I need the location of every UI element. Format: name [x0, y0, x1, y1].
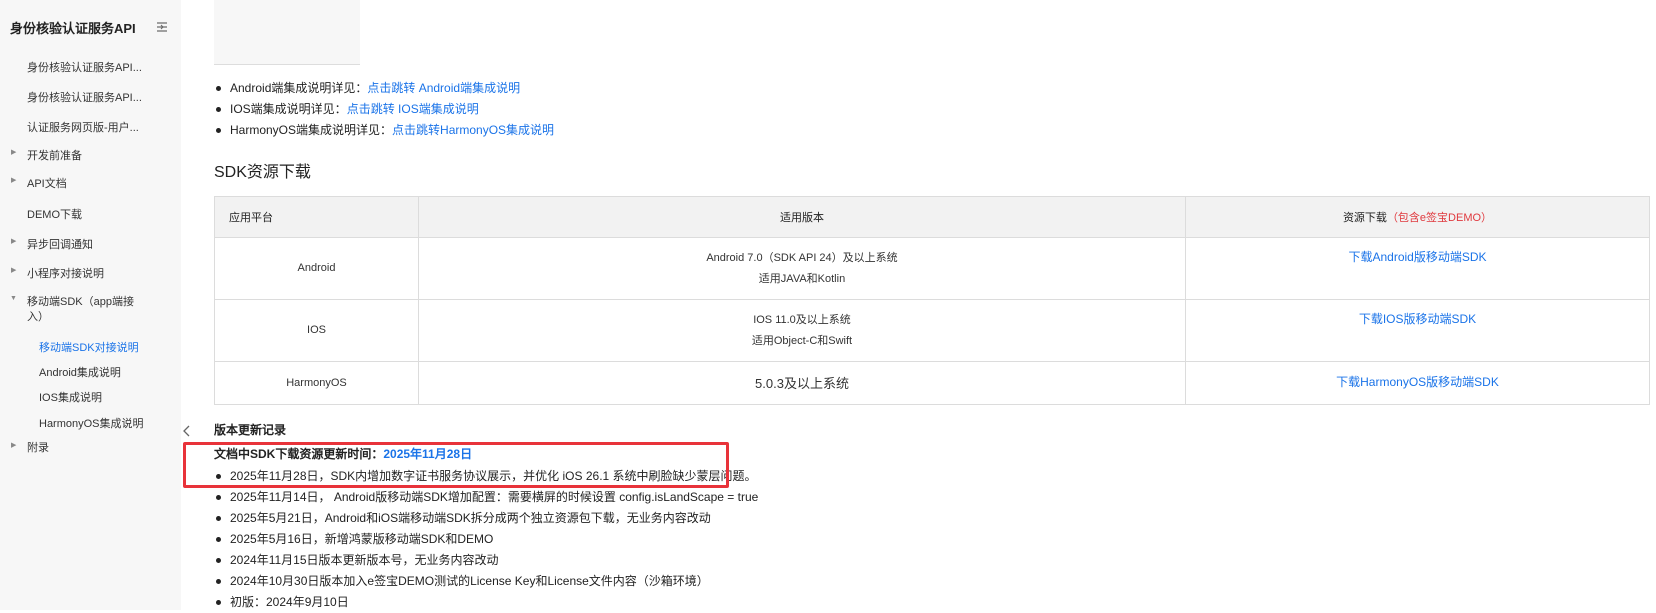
- content-image: [214, 0, 360, 65]
- sidebar-item-mobile-sdk[interactable]: 移动端SDK（app端接: [27, 293, 134, 309]
- table-row: Android Android 7.0（SDK API 24）及以上系统 适用JA…: [214, 237, 1650, 300]
- sidebar-item-demo[interactable]: DEMO下载: [27, 206, 82, 222]
- cell-platform: HarmonyOS: [214, 361, 419, 405]
- sdk-section-title: SDK资源下载: [214, 164, 311, 181]
- cell-version: Android 7.0（SDK API 24）及以上系统 适用JAVA和Kotli…: [418, 237, 1186, 300]
- cell-version: IOS 11.0及以上系统 适用Object-C和Swift: [418, 299, 1186, 362]
- download-android-link[interactable]: 下载Android版移动端SDK: [1348, 250, 1486, 264]
- cell-version: 5.0.3及以上系统: [418, 361, 1186, 405]
- expand-arrow-icon[interactable]: ▶: [11, 176, 16, 184]
- header-platform: 应用平台: [214, 196, 419, 238]
- sidebar-item-android[interactable]: Android集成说明: [39, 364, 121, 380]
- table-header: 应用平台 适用版本 资源下载（包含e签宝DEMO）: [214, 196, 1650, 238]
- android-guide-link[interactable]: 点击跳转 Android端集成说明: [367, 81, 520, 95]
- cell-download: 下载IOS版移动端SDK: [1185, 299, 1650, 362]
- sidebar-item-api-2[interactable]: 身份核验认证服务API...: [27, 89, 142, 105]
- sidebar-title: 身份核验认证服务API: [10, 21, 136, 36]
- list-item: 2025年5月21日，Android和iOS端移动端SDK拆分成两个独立资源包下…: [214, 508, 758, 529]
- header-download: 资源下载（包含e签宝DEMO）: [1185, 196, 1650, 238]
- list-item: 2024年11月15日版本更新版本号，无业务内容改动: [214, 550, 758, 571]
- sidebar: 身份核验认证服务API 身份核验认证服务API... 身份核验认证服务API..…: [0, 0, 181, 610]
- collapse-arrow-icon[interactable]: ▼: [10, 295, 17, 302]
- expand-arrow-icon[interactable]: ▶: [11, 441, 16, 449]
- download-ios-link[interactable]: 下载IOS版移动端SDK: [1359, 312, 1476, 326]
- sidebar-item-ios[interactable]: IOS集成说明: [39, 389, 102, 405]
- changelog-list: 2025年11月28日，SDK内增加数字证书服务协议展示，并优化 iOS 26.…: [214, 466, 758, 613]
- expand-arrow-icon[interactable]: ▶: [11, 148, 16, 156]
- list-item: 2025年5月16日，新增鸿蒙版移动端SDK和DEMO: [214, 529, 758, 550]
- cell-download: 下载HarmonyOS版移动端SDK: [1185, 361, 1650, 405]
- cell-download: 下载Android版移动端SDK: [1185, 237, 1650, 300]
- sdk-table: 应用平台 适用版本 资源下载（包含e签宝DEMO） Android Androi…: [214, 196, 1650, 405]
- sidebar-item-miniprogram[interactable]: 小程序对接说明: [27, 265, 104, 281]
- list-item: Android端集成说明详见：点击跳转 Android端集成说明: [214, 78, 554, 99]
- sidebar-item-mobile-sdk-cont[interactable]: 入）: [27, 308, 49, 324]
- sidebar-item-callback[interactable]: 异步回调通知: [27, 236, 93, 252]
- download-harmony-link[interactable]: 下载HarmonyOS版移动端SDK: [1336, 375, 1499, 389]
- header-version: 适用版本: [418, 196, 1186, 238]
- ios-guide-link[interactable]: 点击跳转 IOS端集成说明: [347, 102, 479, 116]
- highlight-box: [183, 442, 729, 488]
- cell-platform: Android: [214, 237, 419, 300]
- sidebar-item-appendix[interactable]: 附录: [27, 439, 49, 455]
- list-item: 2024年10月30日版本加入e签宝DEMO测试的License Key和Lic…: [214, 571, 758, 592]
- sidebar-item-api-doc[interactable]: API文档: [27, 175, 67, 191]
- sidebar-item-api-1[interactable]: 身份核验认证服务API...: [27, 59, 142, 75]
- table-row: HarmonyOS 5.0.3及以上系统 下载HarmonyOS版移动端SDK: [214, 361, 1650, 405]
- list-item: HarmonyOS端集成说明详见：点击跳转HarmonyOS集成说明: [214, 120, 554, 141]
- cell-platform: IOS: [214, 299, 419, 362]
- sidebar-toggle-icon[interactable]: [181, 424, 193, 438]
- integration-list: Android端集成说明详见：点击跳转 Android端集成说明 IOS端集成说…: [214, 78, 554, 141]
- sidebar-item-harmony[interactable]: HarmonyOS集成说明: [39, 415, 144, 431]
- changelog-title: 版本更新记录: [214, 423, 287, 437]
- sidebar-item-prep[interactable]: 开发前准备: [27, 147, 82, 163]
- table-row: IOS IOS 11.0及以上系统 适用Object-C和Swift 下载IOS版…: [214, 299, 1650, 362]
- expand-arrow-icon[interactable]: ▶: [11, 237, 16, 245]
- harmony-guide-link[interactable]: 点击跳转HarmonyOS集成说明: [392, 123, 554, 137]
- list-item: IOS端集成说明详见：点击跳转 IOS端集成说明: [214, 99, 554, 120]
- sidebar-item-web[interactable]: 认证服务网页版-用户...: [27, 119, 139, 135]
- expand-arrow-icon[interactable]: ▶: [11, 266, 16, 274]
- sidebar-item-sdk-guide[interactable]: 移动端SDK对接说明: [39, 339, 139, 355]
- list-item: 2025年11月14日， Android版移动端SDK增加配置：需要横屏的时候设…: [214, 487, 758, 508]
- menu-collapse-icon[interactable]: [155, 20, 169, 34]
